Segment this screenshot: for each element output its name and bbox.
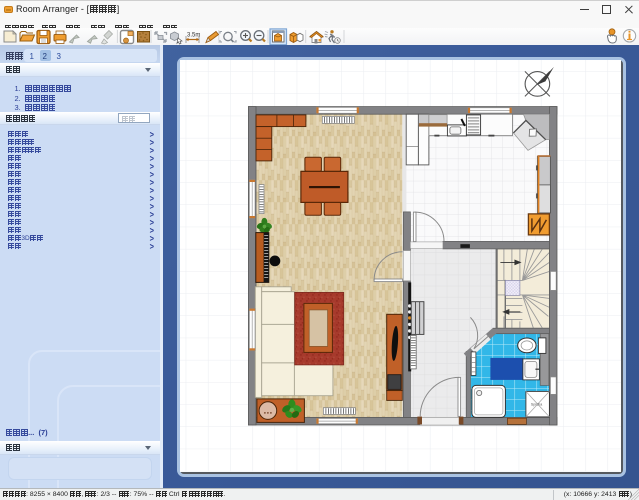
svg-text:3.5m: 3.5m [187,33,200,39]
svg-text:Sprcha: Sprcha [531,403,542,407]
